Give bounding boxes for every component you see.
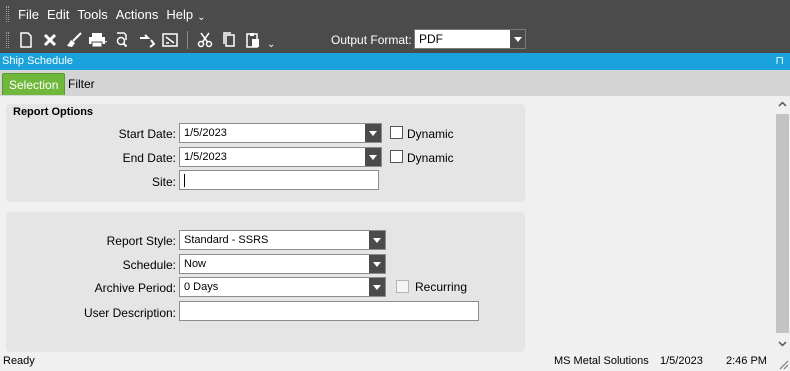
window-title-bar: Ship Schedule ⊓ [0, 53, 790, 70]
schedule-label: Schedule: [122, 258, 176, 272]
output-format-value: PDF [419, 32, 443, 46]
report-style-value: Standard - SSRS [184, 234, 269, 246]
chevron-down-icon [369, 130, 377, 136]
recurring-label: Recurring [415, 280, 468, 294]
tab-selection[interactable]: Selection [2, 73, 66, 95]
scroll-down-button[interactable] [775, 336, 790, 352]
resize-grip-icon[interactable] [777, 358, 789, 370]
report-style-dropdown-button[interactable] [369, 231, 385, 249]
chevron-down-icon [513, 36, 522, 42]
tab-filter[interactable]: Filter [62, 73, 101, 95]
menu-overflow-icon[interactable]: ⌄ [197, 12, 205, 23]
output-format-dropdown-button[interactable] [510, 30, 525, 48]
chevron-down-icon [373, 261, 381, 267]
toolbar-grip [6, 32, 9, 48]
user-description-input[interactable] [179, 301, 479, 321]
tab-strip: Selection Filter [0, 70, 790, 96]
start-date-dynamic-label: Dynamic [407, 127, 454, 141]
text-caret [184, 174, 185, 187]
site-label: Site: [151, 175, 176, 189]
archive-period-value: 0 Days [184, 281, 219, 293]
paste-icon[interactable] [241, 29, 265, 51]
start-date-value: 1/5/2023 [184, 127, 227, 139]
end-date-dropdown-button[interactable] [365, 148, 381, 166]
menu-edit[interactable]: Edit [43, 7, 73, 22]
chevron-down-icon [369, 154, 377, 160]
menu-bar: File Edit Tools Actions Help ⌄ [0, 0, 206, 28]
archive-period-select[interactable]: 0 Days [179, 277, 386, 297]
copy-icon[interactable] [217, 29, 241, 51]
recurring-checkbox[interactable] [396, 280, 409, 293]
menu-file[interactable]: File [14, 7, 43, 22]
status-company: MS Metal Solutions [554, 355, 649, 367]
start-date-input[interactable]: 1/5/2023 [179, 123, 382, 143]
menu-actions[interactable]: Actions [112, 7, 163, 22]
archive-period-label: Archive Period: [94, 281, 176, 295]
schedule-value: Now [184, 258, 207, 270]
top-bar: File Edit Tools Actions Help ⌄ ⌄ Output … [0, 0, 790, 53]
report-style-select[interactable]: Standard - SSRS [179, 230, 386, 250]
chevron-up-icon [778, 101, 787, 107]
refresh-icon[interactable] [134, 29, 158, 51]
start-date-dropdown-button[interactable] [365, 124, 381, 142]
output-format-select[interactable]: PDF [414, 29, 526, 49]
scroll-up-button[interactable] [775, 96, 790, 112]
end-date-input[interactable]: 1/5/2023 [179, 147, 382, 167]
start-date-dynamic-checkbox[interactable] [390, 126, 403, 139]
transfer-icon[interactable] [158, 29, 182, 51]
archive-period-dropdown-button[interactable] [369, 278, 385, 296]
status-time: 2:46 PM [726, 355, 767, 367]
toolbar-overflow-icon[interactable]: ⌄ [267, 39, 275, 50]
chevron-down-icon [778, 341, 787, 347]
clear-icon[interactable] [62, 29, 86, 51]
menu-help[interactable]: Help [162, 7, 197, 22]
output-format-label: Output Format: [331, 33, 412, 47]
menu-tools[interactable]: Tools [73, 7, 111, 22]
schedule-dropdown-button[interactable] [369, 255, 385, 273]
window-title: Ship Schedule [2, 55, 73, 67]
end-date-dynamic-label: Dynamic [407, 151, 454, 165]
selection-panel: Report Options Start Date: 1/5/2023 Dyna… [0, 96, 775, 352]
delete-icon[interactable] [38, 29, 62, 51]
end-date-dynamic-checkbox[interactable] [390, 150, 403, 163]
vertical-scrollbar[interactable] [775, 96, 790, 352]
report-settings-group: Report Style: Standard - SSRS Schedule: … [6, 212, 525, 352]
user-description-label: User Description: [83, 306, 176, 320]
menu-grip [6, 6, 9, 22]
status-bar: Ready MS Metal Solutions 1/5/2023 2:46 P… [0, 352, 790, 371]
status-text: Ready [3, 355, 35, 367]
start-date-label: Start Date: [118, 127, 176, 141]
new-icon[interactable] [14, 29, 38, 51]
chevron-down-icon [373, 284, 381, 290]
toolbar-separator [187, 31, 188, 49]
end-date-label: End Date: [122, 151, 176, 165]
end-date-value: 1/5/2023 [184, 151, 227, 163]
chevron-down-icon [373, 237, 381, 243]
report-style-label: Report Style: [106, 234, 176, 248]
schedule-select[interactable]: Now [179, 254, 386, 274]
cut-icon[interactable] [193, 29, 217, 51]
report-options-title: Report Options [13, 106, 94, 118]
pin-icon[interactable]: ⊓ [775, 53, 784, 69]
site-input[interactable] [179, 170, 379, 190]
report-options-group: Report Options Start Date: 1/5/2023 Dyna… [6, 104, 525, 202]
print-icon[interactable] [86, 29, 110, 51]
scroll-thumb[interactable] [776, 114, 789, 333]
print-preview-icon[interactable] [110, 29, 134, 51]
status-date: 1/5/2023 [660, 355, 703, 367]
